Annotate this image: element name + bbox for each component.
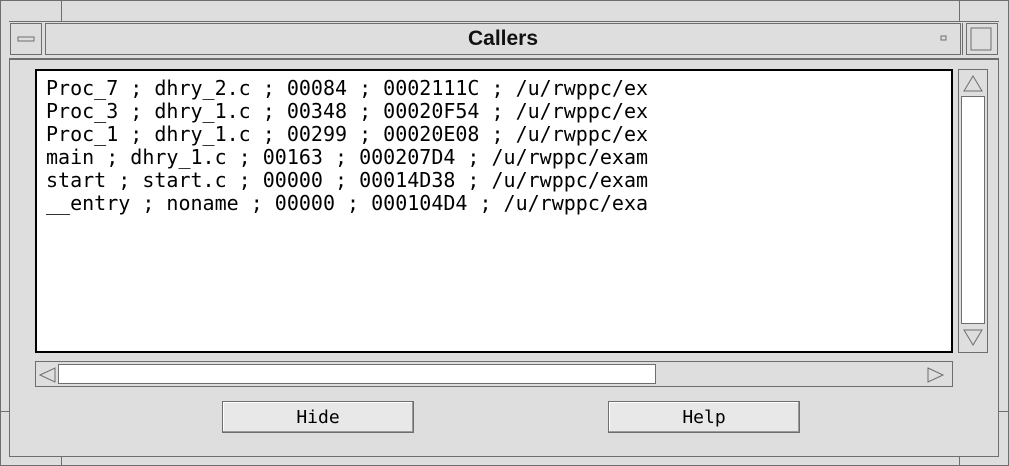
caller-line[interactable]: Proc_1 ; dhry_1.c ; 00299 ; 00020E08 ; /… bbox=[46, 123, 648, 146]
resize-handle-right[interactable] bbox=[999, 411, 1008, 412]
horizontal-scroll-thumb[interactable] bbox=[58, 364, 656, 384]
maximize-button[interactable] bbox=[966, 23, 998, 55]
resize-handle-bottom-left[interactable] bbox=[61, 457, 62, 465]
minimize-button[interactable] bbox=[929, 23, 961, 55]
title-area[interactable]: Callers bbox=[45, 23, 961, 55]
scroll-right-arrow-icon[interactable] bbox=[926, 365, 946, 385]
resize-handle-left[interactable] bbox=[1, 411, 9, 412]
title-bar[interactable]: Callers bbox=[9, 21, 999, 59]
hide-button[interactable]: Hide bbox=[222, 401, 414, 433]
resize-handle-top-left[interactable] bbox=[61, 1, 62, 21]
caller-line[interactable]: Proc_3 ; dhry_1.c ; 00348 ; 00020F54 ; /… bbox=[46, 100, 648, 123]
scroll-left-arrow-icon[interactable] bbox=[38, 365, 58, 385]
vertical-scroll-thumb[interactable] bbox=[961, 96, 985, 324]
vertical-scrollbar[interactable] bbox=[958, 69, 988, 353]
window-menu-button[interactable] bbox=[10, 23, 42, 55]
resize-handle-bottom-right[interactable] bbox=[959, 457, 960, 465]
window-title: Callers bbox=[467, 27, 539, 50]
caller-line[interactable]: Proc_7 ; dhry_2.c ; 00084 ; 0002111C ; /… bbox=[46, 77, 648, 100]
scroll-down-arrow-icon[interactable] bbox=[962, 328, 984, 348]
window-menu-icon bbox=[17, 36, 35, 42]
title-separator bbox=[962, 23, 963, 55]
caller-line[interactable]: __entry ; noname ; 00000 ; 000104D4 ; /u… bbox=[46, 192, 648, 215]
scroll-up-arrow-icon[interactable] bbox=[962, 74, 984, 94]
callers-window: Callers Proc_7 ; dhry_2.c ; 00084 ; 0002… bbox=[0, 0, 1009, 466]
maximize-icon bbox=[970, 27, 992, 51]
resize-handle-top-right[interactable] bbox=[959, 1, 960, 21]
minimize-icon bbox=[940, 35, 947, 41]
horizontal-scrollbar[interactable] bbox=[35, 361, 953, 387]
caller-line[interactable]: main ; dhry_1.c ; 00163 ; 000207D4 ; /u/… bbox=[46, 146, 648, 169]
help-button[interactable]: Help bbox=[608, 401, 800, 433]
callers-list[interactable]: Proc_7 ; dhry_2.c ; 00084 ; 0002111C ; /… bbox=[35, 69, 953, 353]
caller-line[interactable]: start ; start.c ; 00000 ; 00014D38 ; /u/… bbox=[46, 169, 648, 192]
